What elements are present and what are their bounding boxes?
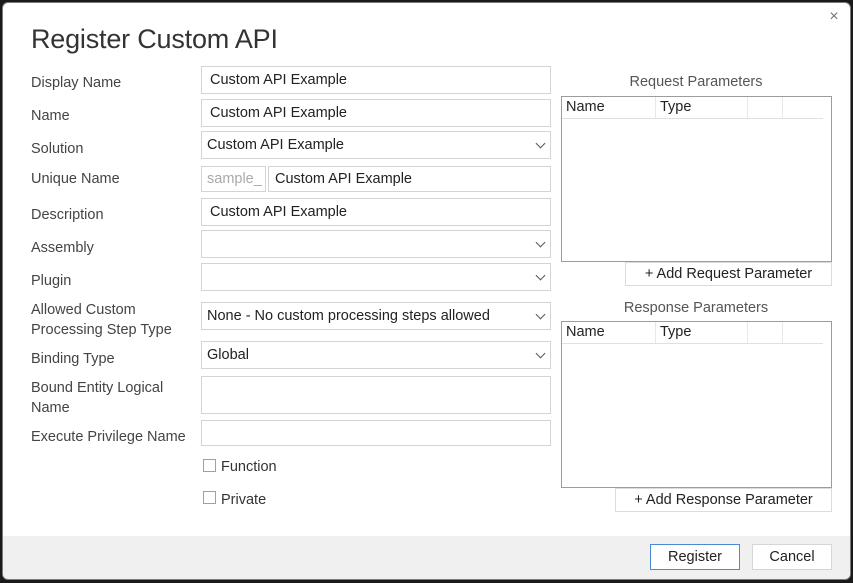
chevron-down-icon: [535, 138, 546, 149]
execute-privilege-label: Execute Privilege Name: [31, 429, 186, 445]
allowed-step-type-select[interactable]: None - No custom processing steps allowe…: [201, 302, 551, 330]
function-checkbox[interactable]: [203, 459, 216, 472]
display-name-input[interactable]: Custom API Example: [201, 66, 551, 94]
column-header-name[interactable]: Name: [562, 322, 656, 343]
column-header-blank[interactable]: [783, 322, 818, 343]
unique-name-input[interactable]: Custom API Example: [268, 166, 551, 192]
plugin-label: Plugin: [31, 273, 72, 289]
chevron-down-icon: [535, 348, 546, 359]
dialog-title: Register Custom API: [31, 24, 278, 54]
add-response-parameter-button[interactable]: + Add Response Parameter: [615, 488, 832, 512]
response-grid-header: Name Type: [562, 322, 823, 344]
description-input[interactable]: Custom API Example: [201, 198, 551, 226]
chevron-down-icon: [535, 309, 546, 320]
assembly-select[interactable]: [201, 230, 551, 258]
private-label: Private: [221, 492, 267, 508]
request-grid-header: Name Type: [562, 97, 823, 119]
function-label: Function: [221, 459, 277, 475]
request-parameters-title: Request Parameters: [629, 74, 763, 90]
binding-type-select[interactable]: Global: [201, 341, 551, 369]
response-parameters-grid[interactable]: Name Type: [561, 321, 832, 488]
solution-label: Solution: [31, 141, 84, 157]
unique-name-label: Unique Name: [31, 171, 120, 187]
allowed-step-type-label-line1: Allowed Custom: [31, 302, 136, 318]
register-button[interactable]: Register: [650, 544, 740, 570]
close-icon[interactable]: ×: [826, 9, 842, 25]
unique-name-prefix: sample_: [201, 166, 266, 192]
column-header-blank[interactable]: [748, 322, 783, 343]
solution-select[interactable]: Custom API Example: [201, 131, 551, 159]
name-input[interactable]: Custom API Example: [201, 99, 551, 127]
allowed-step-type-value: None - No custom processing steps allowe…: [207, 308, 490, 324]
column-header-type[interactable]: Type: [656, 97, 748, 118]
name-label: Name: [31, 108, 70, 124]
cancel-button[interactable]: Cancel: [752, 544, 832, 570]
solution-value: Custom API Example: [207, 137, 344, 153]
request-parameters-grid[interactable]: Name Type: [561, 96, 832, 262]
allowed-step-type-label-line2: Processing Step Type: [31, 322, 172, 338]
register-custom-api-dialog: × Register Custom API Display Name Name …: [2, 2, 851, 580]
chevron-down-icon: [535, 237, 546, 248]
private-checkbox[interactable]: [203, 491, 216, 504]
column-header-blank[interactable]: [783, 97, 818, 118]
column-header-type[interactable]: Type: [656, 322, 748, 343]
bound-entity-label-line2: Name: [31, 400, 70, 416]
bound-entity-input[interactable]: [201, 376, 551, 414]
assembly-label: Assembly: [31, 240, 94, 256]
add-request-parameter-button[interactable]: + Add Request Parameter: [625, 262, 832, 286]
binding-type-label: Binding Type: [31, 351, 115, 367]
bound-entity-label-line1: Bound Entity Logical: [31, 380, 164, 396]
chevron-down-icon: [535, 270, 546, 281]
binding-type-value: Global: [207, 347, 249, 363]
column-header-name[interactable]: Name: [562, 97, 656, 118]
description-label: Description: [31, 207, 104, 223]
plugin-select[interactable]: [201, 263, 551, 291]
execute-privilege-input[interactable]: [201, 420, 551, 446]
column-header-blank[interactable]: [748, 97, 783, 118]
response-parameters-title: Response Parameters: [623, 300, 769, 316]
display-name-label: Display Name: [31, 75, 122, 91]
